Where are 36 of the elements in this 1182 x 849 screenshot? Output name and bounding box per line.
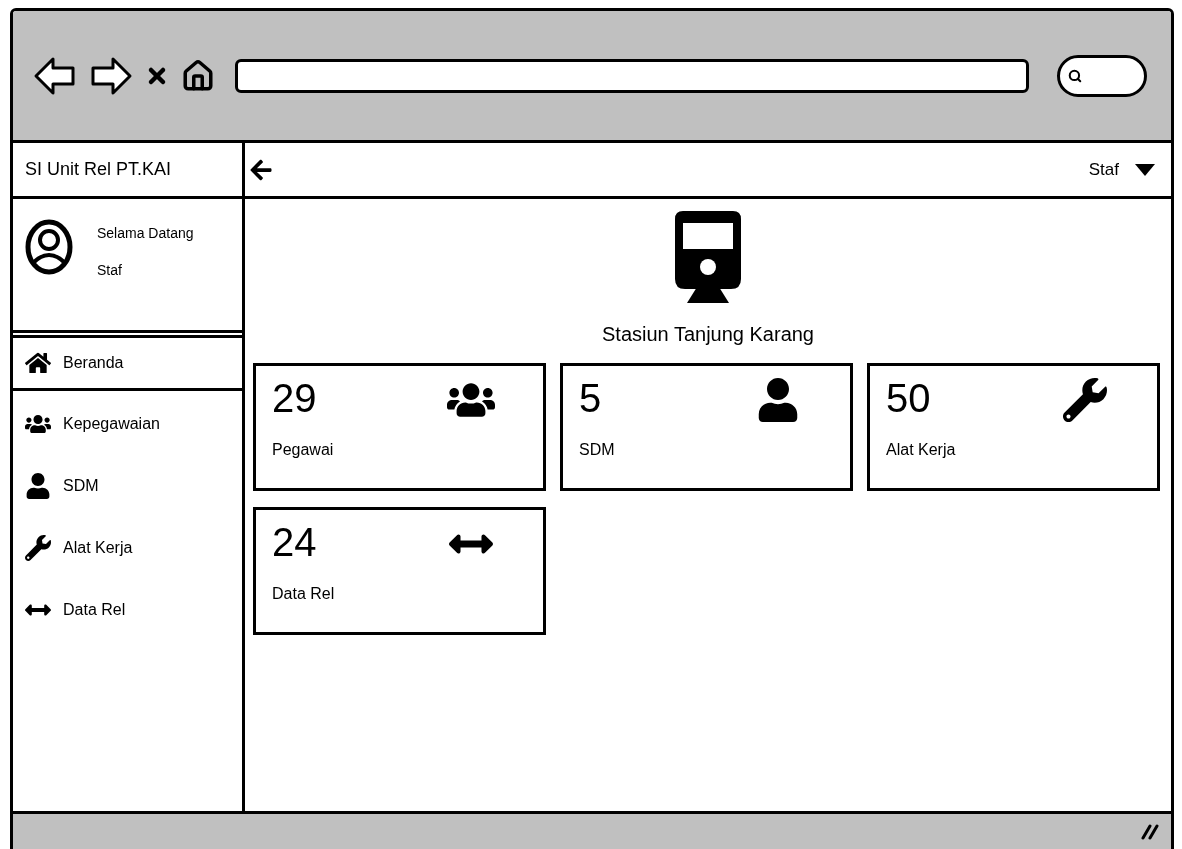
stat-card[interactable]: 5 SDM [560, 363, 853, 491]
sidebar-item[interactable]: SDM [13, 455, 242, 517]
back-arrow-icon[interactable] [249, 157, 273, 182]
address-bar[interactable] [235, 58, 1029, 93]
forward-icon[interactable] [89, 55, 133, 96]
role-text: Staf [97, 261, 123, 280]
stat-value: 24 [272, 522, 317, 562]
stat-card[interactable]: 29 Pegawai [253, 363, 546, 491]
sidebar-item[interactable]: Kepegawaian [13, 393, 242, 455]
train-icon [675, 211, 741, 303]
user-icon [25, 473, 51, 499]
search-field[interactable] [1057, 54, 1147, 97]
station-name: Stasiun Tanjung Karang [602, 322, 814, 347]
user-dropdown[interactable]: Staf [1088, 156, 1155, 183]
stat-label: Alat Kerja [886, 440, 957, 460]
wrench-icon [1061, 378, 1109, 422]
stat-value: 29 [272, 378, 317, 418]
stat-card[interactable]: 24 Data Rel [253, 507, 546, 635]
sidebar-item[interactable]: Alat Kerja [13, 517, 242, 579]
sidebar-item[interactable]: Beranda [13, 335, 242, 391]
avatar-icon [25, 219, 73, 275]
greeting-text: Selama Datang [97, 224, 194, 243]
stat-value: 5 [579, 378, 602, 418]
back-icon[interactable] [33, 55, 77, 96]
caret-icon [1135, 163, 1155, 176]
app-title: SI Unit Rel PT.KAI [25, 158, 172, 181]
wrench-icon [25, 535, 51, 561]
stat-label: SDM [579, 440, 616, 460]
stat-card[interactable]: 50 Alat Kerja [867, 363, 1160, 491]
stat-label: Pegawai [272, 440, 335, 460]
search-icon [1068, 68, 1082, 83]
home-icon [25, 350, 51, 376]
stat-label: Data Rel [272, 584, 336, 604]
stat-value: 50 [886, 378, 931, 418]
resize-handle-icon[interactable] [1141, 822, 1159, 840]
sidebar-item[interactable]: Data Rel [13, 579, 242, 641]
